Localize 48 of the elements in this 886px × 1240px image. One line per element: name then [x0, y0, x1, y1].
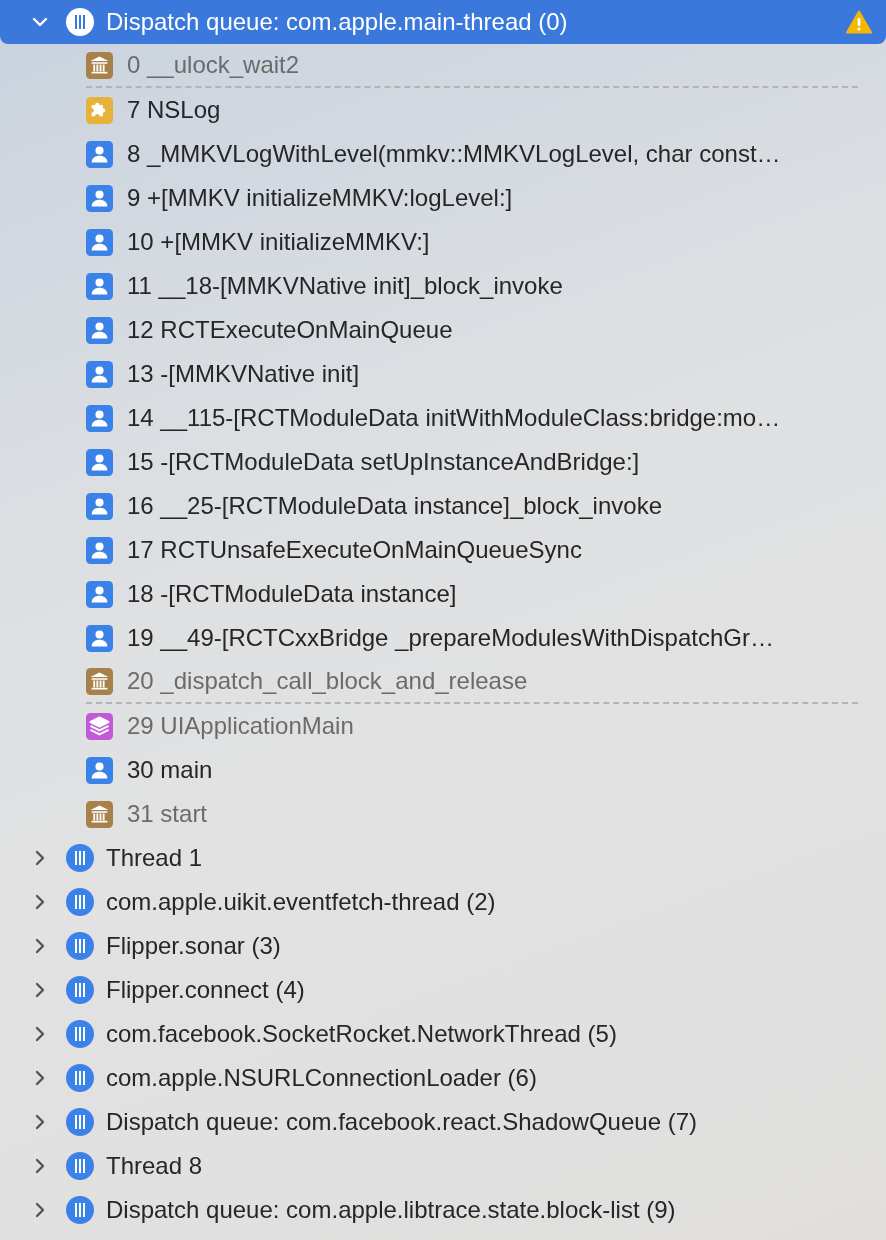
stack-frame[interactable]: 7 NSLog: [127, 96, 221, 124]
thread-row[interactable]: com.apple.uikit.eventfetch-thread (2): [0, 880, 886, 924]
thread-row[interactable]: Thread 8: [0, 1144, 886, 1188]
thread-label: Thread 1: [106, 844, 204, 872]
thread-row[interactable]: com.apple.NSURLConnectionLoader (6): [0, 1056, 886, 1100]
thread-row[interactable]: Flipper.sonar (3): [0, 924, 886, 968]
thread-row[interactable]: Dispatch queue: com.facebook.react.ShadowQueue (7): [0, 1100, 886, 1144]
thread-label: Dispatch queue: com.apple.main-thread (0): [106, 8, 569, 36]
stack-frame[interactable]: 12 RCTExecuteOnMainQueue: [127, 316, 453, 344]
thread-label: Dispatch queue: com.apple.libtrace.state.block-list (9): [106, 1196, 677, 1224]
stack-frame[interactable]: 11 __18-[MMKVNative init]_block_invoke: [127, 272, 563, 300]
thread-label: com.facebook.SocketRocket.NetworkThread (5): [106, 1020, 618, 1048]
thread-label: Flipper.connect (4): [106, 976, 306, 1004]
thread-icon: [66, 1152, 94, 1180]
stack-frame[interactable]: 0 __ulock_wait2: [127, 51, 300, 79]
stack-frame[interactable]: 19 __49-[RCTCxxBridge _prepareModulesWithDispatchGr…: [127, 624, 774, 652]
thread-row[interactable]: Flipper.connect (4): [0, 968, 886, 1012]
thread-icon: [66, 1196, 94, 1224]
stack-frame[interactable]: 31 start: [127, 800, 208, 828]
stack-frame[interactable]: 18 -[RCTModuleData instance]: [127, 580, 457, 608]
thread-label: Flipper.sonar (3): [106, 932, 282, 960]
thread-icon: [66, 888, 94, 916]
thread-row[interactable]: Dispatch queue: com.apple.main-thread (0): [0, 0, 886, 44]
stack-frame[interactable]: 10 +[MMKV initializeMMKV:]: [127, 228, 430, 256]
stack-frame[interactable]: 29 UIApplicationMain: [127, 712, 354, 740]
stack-frame[interactable]: 14 __115-[RCTModuleData initWithModuleClass:bridge:mo…: [127, 404, 781, 432]
stack-frame[interactable]: 13 -[MMKVNative init]: [127, 360, 360, 388]
thread-icon: [66, 844, 94, 872]
thread-row[interactable]: Dispatch queue: com.apple.libtrace.state.block-list (9): [0, 1188, 886, 1232]
thread-row[interactable]: com.facebook.SocketRocket.NetworkThread (5): [0, 1012, 886, 1056]
stack-frame[interactable]: 8 _MMKVLogWithLevel(mmkv::MMKVLogLevel, char const…: [127, 140, 781, 168]
thread-label: Thread 8: [106, 1152, 204, 1180]
stack-frame[interactable]: 17 RCTUnsafeExecuteOnMainQueueSync: [127, 536, 582, 564]
stack-frame[interactable]: 16 __25-[RCTModuleData instance]_block_invoke: [127, 492, 662, 520]
thread-icon: [66, 976, 94, 1004]
thread-icon: [66, 1108, 94, 1136]
thread-label: com.apple.uikit.eventfetch-thread (2): [106, 888, 497, 916]
stack-frame[interactable]: 30 main: [127, 756, 213, 784]
thread-icon: [66, 932, 94, 960]
thread-label: Dispatch queue: com.facebook.react.ShadowQueue (7): [106, 1108, 698, 1136]
stack-frame[interactable]: 20 _dispatch_call_block_and_release: [127, 667, 528, 695]
thread-icon: [66, 8, 94, 36]
stack-frame[interactable]: 15 -[RCTModuleData setUpInstanceAndBridge:]: [127, 448, 640, 476]
thread-row[interactable]: Thread 1: [0, 836, 886, 880]
stack-frame[interactable]: 9 +[MMKV initializeMMKV:logLevel:]: [127, 184, 513, 212]
thread-label: com.apple.NSURLConnectionLoader (6): [106, 1064, 538, 1092]
thread-icon: [66, 1020, 94, 1048]
thread-icon: [66, 1064, 94, 1092]
